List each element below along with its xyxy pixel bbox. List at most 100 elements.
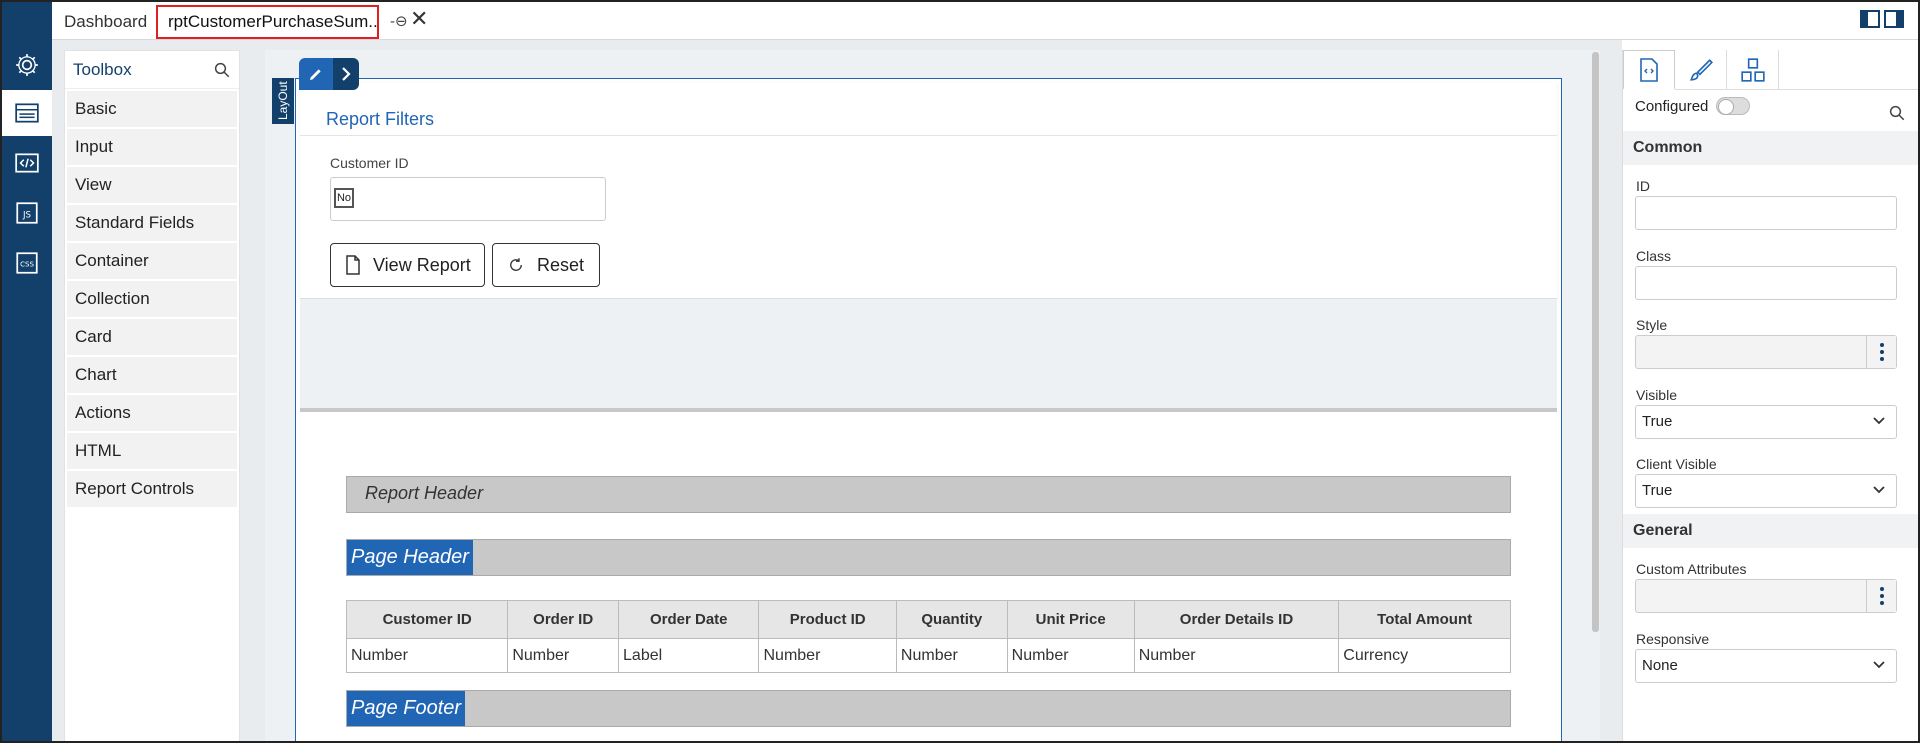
pin-icon[interactable]: -⊖ <box>390 12 408 30</box>
toolbox-title: Toolbox <box>73 59 132 79</box>
toolbox-item[interactable]: Collection <box>67 281 237 317</box>
more-vertical-icon[interactable] <box>1866 580 1896 612</box>
client-visible-value: True <box>1642 482 1673 499</box>
css-icon[interactable]: CSS <box>2 240 52 286</box>
configured-toggle[interactable] <box>1716 97 1751 115</box>
table-column-header[interactable]: Product ID <box>758 600 897 639</box>
table-column-header[interactable]: Order ID <box>507 600 620 639</box>
table-cell[interactable]: Number <box>1006 638 1135 673</box>
client-visible-select[interactable]: True <box>1635 474 1897 508</box>
table-cell[interactable]: Number <box>507 638 620 673</box>
tab-properties[interactable] <box>1623 50 1675 90</box>
tab-dashboard[interactable]: Dashboard <box>64 6 147 38</box>
components-icon <box>1740 58 1765 82</box>
report-table[interactable]: Customer ID Order ID Order Date Product ID Q… <box>345 600 1511 673</box>
gear-icon[interactable] <box>2 42 52 88</box>
page-footer-label: Page Footer <box>347 691 466 726</box>
tab-components[interactable] <box>1727 50 1779 90</box>
chevron-right-icon <box>342 67 351 81</box>
page-header-band[interactable]: Page Header <box>346 539 1511 576</box>
table-cell[interactable]: Number <box>345 638 509 673</box>
more-vertical-icon[interactable] <box>1866 336 1896 368</box>
reset-button[interactable]: Reset <box>492 243 600 287</box>
report-layout[interactable]: Report Filters Customer ID No View Repor… <box>295 78 1562 741</box>
document-icon <box>346 255 360 275</box>
table-column-header[interactable]: Order Details ID <box>1133 600 1340 639</box>
report-body: Report Header Page Header Customer ID Ord… <box>300 416 1557 741</box>
page-footer-band[interactable]: Page Footer <box>346 690 1511 727</box>
no-checkbox[interactable]: No <box>334 188 354 208</box>
toolbox-panel: Toolbox Basic Input View Standard Fields Con… <box>64 50 240 741</box>
visible-select[interactable]: True <box>1635 405 1897 439</box>
customer-id-input[interactable]: No <box>330 177 606 221</box>
toolbox-item[interactable]: View <box>67 167 237 203</box>
toolbox-header: Toolbox <box>65 51 239 89</box>
js-icon[interactable]: JS <box>2 190 52 236</box>
id-field[interactable] <box>1635 196 1897 230</box>
table-row: Number Number Label Number Number Number Numbe… <box>345 638 1511 673</box>
toolbox-item[interactable]: Basic <box>67 91 237 127</box>
customer-id-label: Customer ID <box>330 155 409 171</box>
app-window: JS CSS Dashboard rptCustomerPurchaseSum.… <box>0 0 1920 743</box>
table-column-header[interactable]: Unit Price <box>1006 600 1135 639</box>
class-label: Class <box>1636 248 1672 264</box>
toolbox-item[interactable]: Card <box>67 319 237 355</box>
chevron-down-icon <box>1873 661 1885 669</box>
toolbox-item[interactable]: Chart <box>67 357 237 393</box>
table-cell[interactable]: Currency <box>1338 638 1511 673</box>
properties-panel: Configured Common ID Class Style Visible… <box>1622 50 1918 741</box>
toolbox-item[interactable]: Input <box>67 129 237 165</box>
layout-tag[interactable]: LayOut <box>272 78 294 124</box>
toolbox-item[interactable]: Report Controls <box>67 471 237 507</box>
toolbox-item[interactable]: Actions <box>67 395 237 431</box>
table-cell[interactable]: Number <box>895 638 1008 673</box>
panel-toggle-group <box>1860 10 1904 28</box>
table-cell[interactable]: Number <box>1133 638 1340 673</box>
configured-label: Configured <box>1635 97 1709 115</box>
close-icon[interactable]: ✕ <box>410 7 428 31</box>
css-label: CSS <box>20 259 34 268</box>
toolbox-item[interactable]: Standard Fields <box>67 205 237 241</box>
visible-value: True <box>1642 413 1673 430</box>
search-icon[interactable] <box>1888 104 1906 122</box>
visible-label: Visible <box>1636 387 1677 403</box>
table-header-row: Customer ID Order ID Order Date Product ID Q… <box>345 600 1511 639</box>
custom-attributes-field[interactable] <box>1635 579 1897 613</box>
page-header-label: Page Header <box>347 540 473 575</box>
refresh-icon <box>510 258 522 271</box>
table-cell[interactable]: Number <box>758 638 897 673</box>
tab-style[interactable] <box>1675 50 1727 90</box>
properties-tabs <box>1623 50 1918 90</box>
layout-icon[interactable] <box>2 90 52 136</box>
left-rail: JS CSS <box>2 2 52 741</box>
report-header-band[interactable]: Report Header <box>346 476 1511 513</box>
style-field[interactable] <box>1635 335 1897 369</box>
code-icon[interactable] <box>2 140 52 186</box>
table-column-header[interactable]: Total Amount <box>1338 600 1511 639</box>
table-column-header[interactable]: Quantity <box>895 600 1008 639</box>
table-column-header[interactable]: Order Date <box>618 600 760 639</box>
view-report-button[interactable]: View Report <box>330 243 485 287</box>
right-panel-toggle-icon[interactable] <box>1884 10 1904 28</box>
class-field[interactable] <box>1635 266 1897 300</box>
configured-row: Configured <box>1635 97 1751 115</box>
expand-button[interactable] <box>333 58 359 90</box>
toolbox-item[interactable]: HTML <box>67 433 237 469</box>
report-filters-panel[interactable]: Report Filters Customer ID No View Repor… <box>300 83 1557 299</box>
edit-button[interactable] <box>299 58 333 90</box>
js-label: JS <box>22 210 32 220</box>
left-panel-toggle-icon[interactable] <box>1860 10 1880 28</box>
table-column-header[interactable]: Customer ID <box>345 600 509 639</box>
responsive-select[interactable]: None <box>1635 649 1897 683</box>
general-section[interactable]: General <box>1623 514 1918 548</box>
table-cell[interactable]: Label <box>618 638 760 673</box>
tab-report-designer[interactable]: rptCustomerPurchaseSum... <box>156 5 379 39</box>
toolbox-item[interactable]: Container <box>67 243 237 279</box>
reset-label: Reset <box>537 254 585 275</box>
custom-attributes-label: Custom Attributes <box>1636 561 1747 577</box>
responsive-value: None <box>1642 657 1678 674</box>
search-icon[interactable] <box>213 61 231 79</box>
canvas-scrollbar[interactable] <box>1592 52 1599 632</box>
common-section[interactable]: Common <box>1623 131 1918 165</box>
responsive-label: Responsive <box>1636 631 1710 647</box>
